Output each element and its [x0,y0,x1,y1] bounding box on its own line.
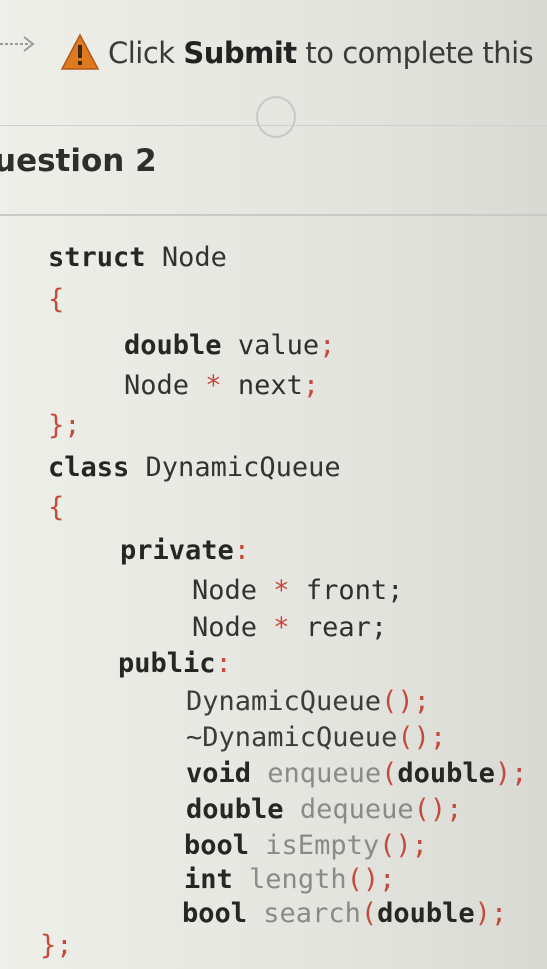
code-punctuation: ); [494,758,528,789]
code-type: Node [192,612,258,643]
code-line: Node * next; [124,370,319,401]
code-punctuation: : [215,648,232,679]
code-punctuation: ( [360,898,378,929]
code-keyword: public [118,648,216,679]
code-identifier: Node [161,242,227,273]
code-pointer: * [205,370,222,401]
code-keyword: struct [48,242,146,273]
code-identifier: value [237,330,320,361]
screen: Click Submit to complete this uestion 2 … [0,0,547,969]
code-function: search [263,898,361,929]
arrow-icon [0,36,35,52]
code-line: Node * front; [192,575,403,606]
code-line: double dequeue(); [186,794,462,825]
code-identifier: front; [305,575,404,606]
code-keyword: bool [184,830,250,861]
code-line: bool isEmpty(); [184,830,428,861]
code-line: double value; [124,330,335,361]
code-punctuation: { [48,492,65,523]
code-keyword: double [124,330,222,361]
code-line: Node * rear; [192,612,387,643]
code-function: length [249,864,347,895]
code-keyword: class [48,452,130,483]
code-keyword: private [120,535,234,566]
code-punctuation: { [48,284,65,315]
divider [0,125,547,126]
code-punctuation: ; [319,330,336,361]
code-pointer: * [273,612,290,643]
code-punctuation: (); [397,722,447,753]
code-punctuation: (); [381,686,430,717]
code-function: ~DynamicQueue [186,722,398,753]
code-line: class DynamicQueue [48,452,341,483]
code-line: }; [40,930,73,961]
code-function: isEmpty [265,830,380,861]
code-punctuation: (); [413,794,463,825]
code-punctuation: ); [474,898,508,929]
code-keyword: double [186,794,284,825]
code-line: }; [48,410,81,441]
notice-prefix: Click [108,36,184,70]
code-line: bool search(double); [182,898,507,929]
submit-emphasis: Submit [183,36,297,70]
code-line: public: [118,648,232,679]
code-identifier: DynamicQueue [145,452,341,483]
code-punctuation: }; [48,410,81,441]
code-keyword: double [377,898,475,929]
cursor-icon [256,96,296,138]
code-line: ~DynamicQueue(); [186,722,446,753]
code-line: struct Node [48,242,227,273]
code-function: DynamicQueue [186,686,382,717]
code-punctuation: : [233,535,251,566]
code-function: enqueue [267,758,382,789]
notice-suffix: to complete this [296,36,534,70]
code-identifier: rear; [305,612,388,643]
code-function: dequeue [299,794,414,825]
code-keyword: double [397,758,495,789]
code-punctuation: ; [302,370,320,401]
submit-instruction: Click Submit to complete this [108,36,534,70]
question-title: uestion 2 [0,143,157,179]
code-keyword: bool [182,898,248,929]
warning-icon [60,33,100,70]
code-punctuation: }; [40,930,73,961]
code-type: Node [124,370,190,401]
code-identifier: next [237,370,303,401]
code-keyword: void [186,758,252,789]
code-line: int length(); [184,864,395,895]
code-line: private: [120,535,250,566]
code-pointer: * [273,575,290,606]
code-type: Node [192,575,258,606]
code-keyword: int [184,864,233,895]
code-punctuation: ( [381,758,398,789]
code-punctuation: (); [346,864,396,895]
code-line: DynamicQueue(); [186,686,430,717]
divider [0,214,547,216]
code-line: void enqueue(double); [186,758,527,789]
code-line: { [48,492,64,523]
code-punctuation: (); [379,830,428,861]
code-line: { [48,284,64,315]
